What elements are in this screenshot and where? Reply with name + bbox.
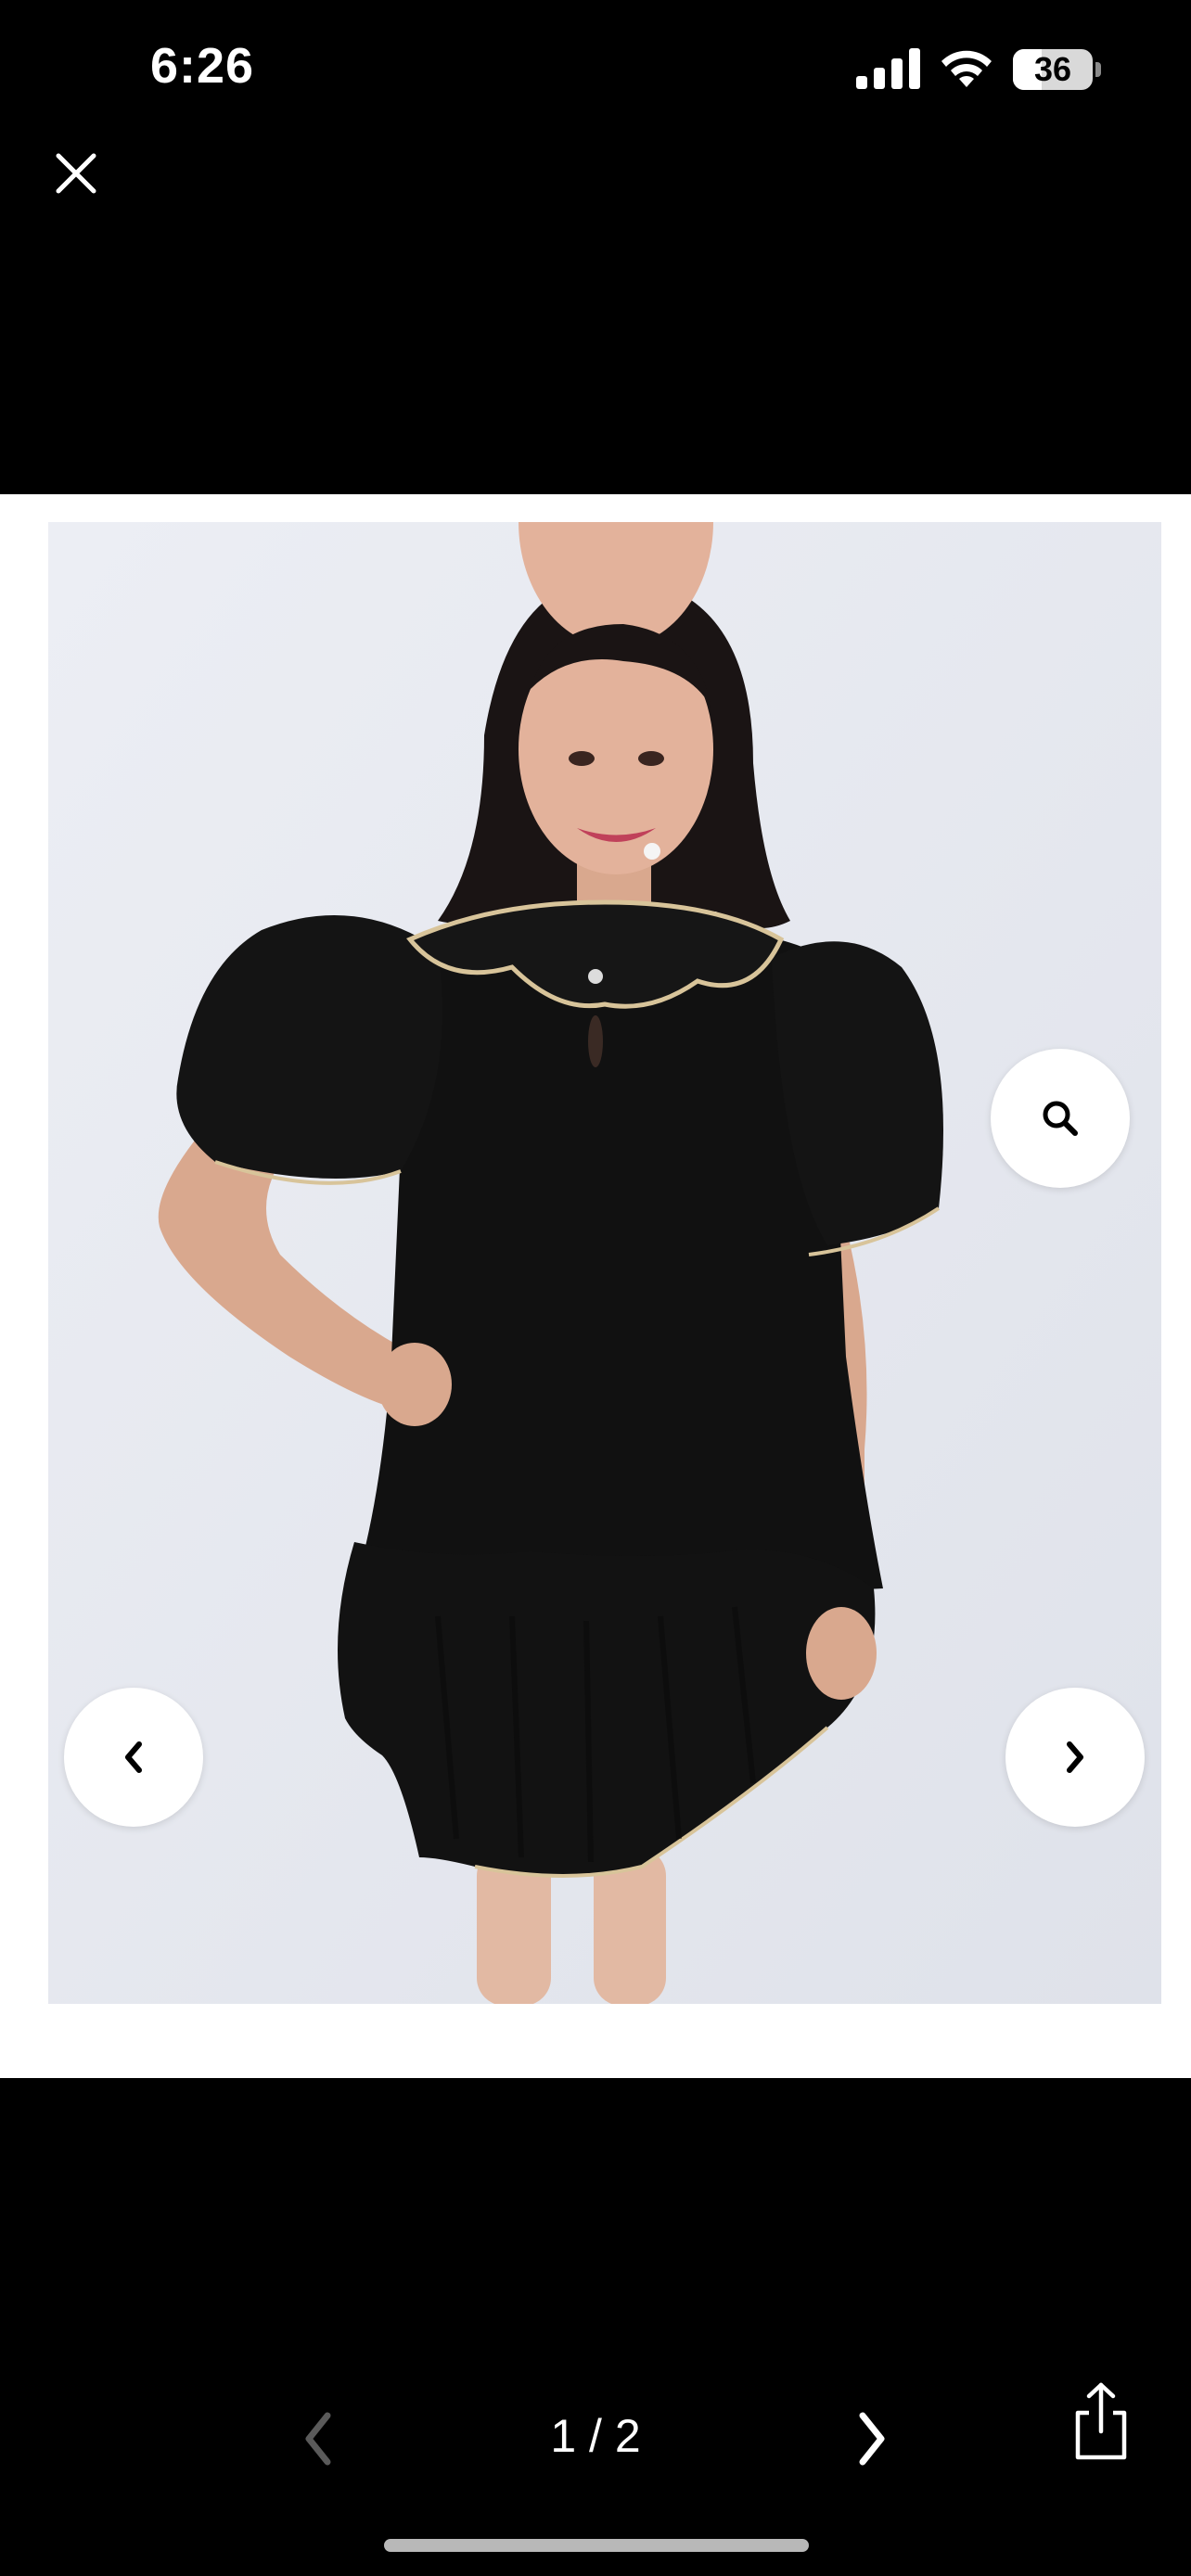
next-page-button[interactable] (846, 2406, 898, 2471)
previous-page-button[interactable] (292, 2406, 344, 2471)
close-icon (56, 153, 96, 194)
home-indicator[interactable] (384, 2539, 809, 2552)
image-viewer-card (0, 494, 1191, 2078)
status-time: 6:26 (150, 38, 255, 94)
battery-body: 36 (1013, 49, 1093, 90)
share-icon (1075, 2382, 1127, 2460)
wifi-icon (937, 45, 996, 89)
close-button[interactable] (48, 146, 104, 201)
chevron-right-icon (1067, 1741, 1083, 1773)
cellular-signal-icon (856, 48, 921, 89)
chevron-left-icon (305, 2412, 331, 2466)
battery-nub (1095, 62, 1101, 77)
magnifier-icon (1043, 1101, 1078, 1136)
battery-icon: 36 (1013, 49, 1102, 90)
battery-level: 36 (1033, 50, 1072, 88)
product-photo[interactable] (48, 522, 1161, 2004)
status-bar: 6:26 36 (0, 0, 1191, 139)
product-photo-illustration (48, 522, 1161, 2004)
chevron-right-icon (859, 2412, 885, 2466)
share-button[interactable] (1069, 2379, 1133, 2463)
next-image-button[interactable] (1005, 1688, 1145, 1827)
chevron-left-icon (125, 1741, 142, 1773)
page-indicator: 1 / 2 (550, 2410, 641, 2462)
zoom-button[interactable] (991, 1049, 1130, 1188)
previous-image-button[interactable] (64, 1688, 203, 1827)
